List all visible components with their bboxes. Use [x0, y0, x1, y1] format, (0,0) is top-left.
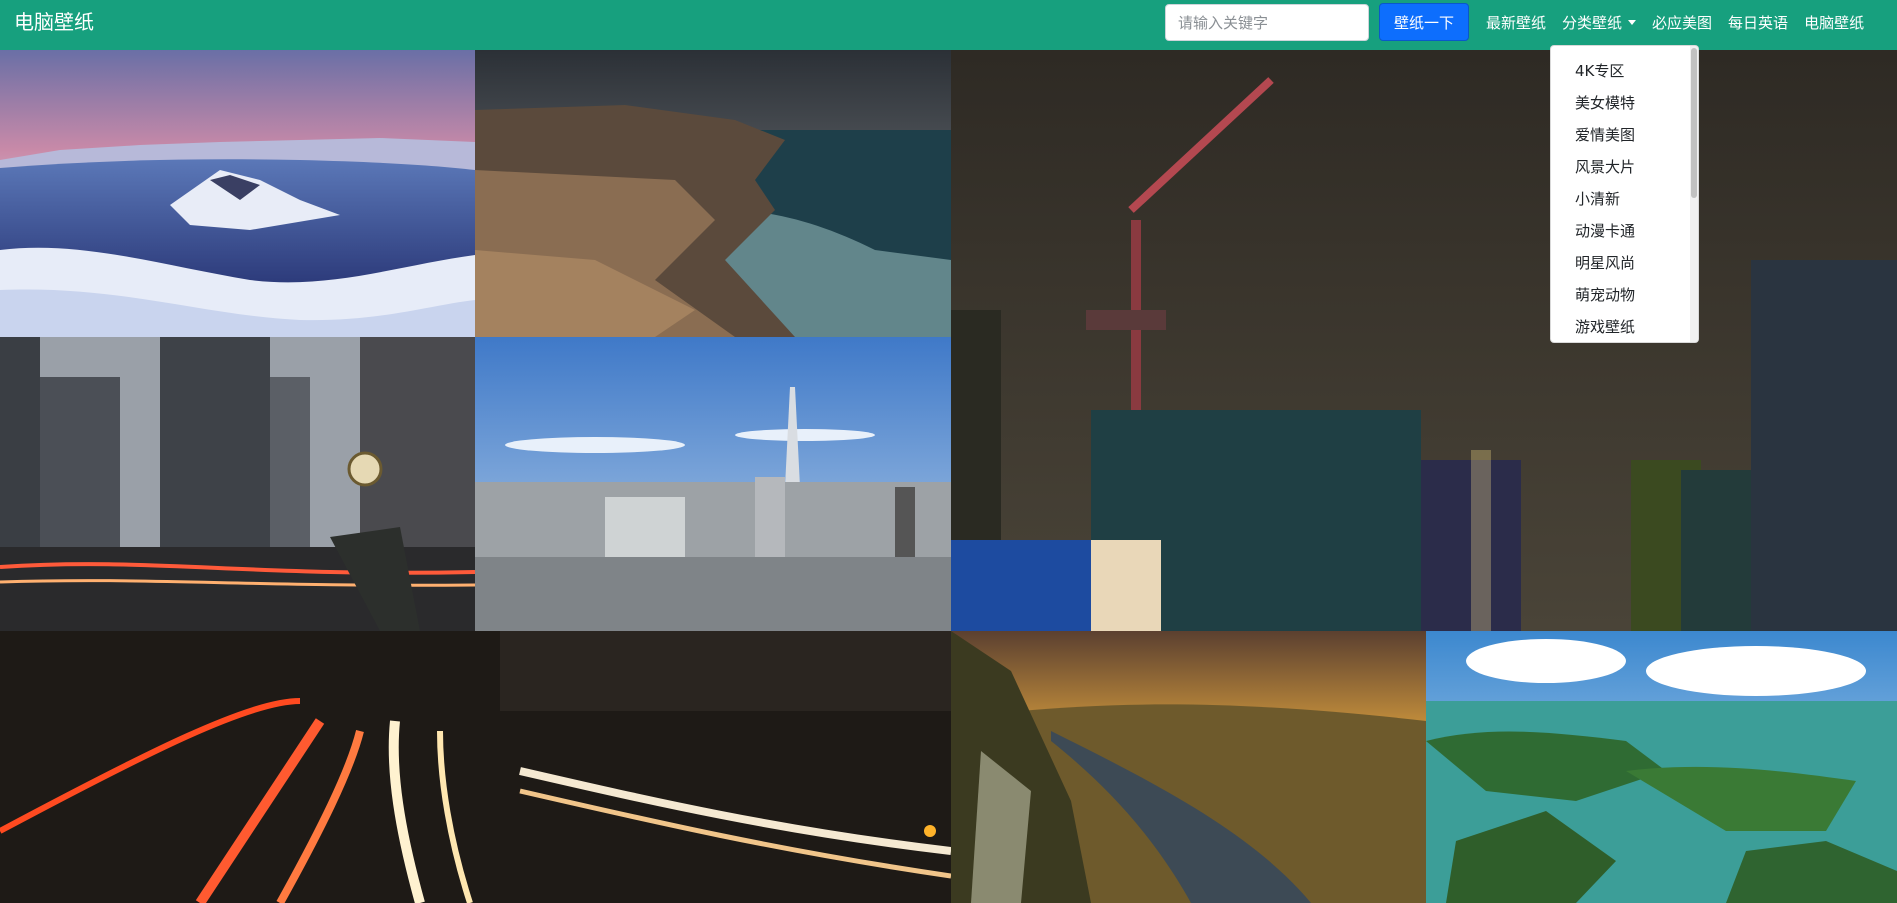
wallpaper-image — [475, 337, 951, 631]
wallpaper-tile-highway-light-trails[interactable] — [0, 631, 951, 903]
nav-daily-english[interactable]: 每日英语 — [1720, 12, 1796, 33]
search-input[interactable] — [1165, 4, 1369, 41]
wallpaper-tile-city-night-crane[interactable] — [951, 50, 1897, 631]
dropdown-item-scenery[interactable]: 风景大片 — [1551, 151, 1698, 183]
dropdown-item-anime[interactable]: 动漫卡通 — [1551, 215, 1698, 247]
wallpaper-image — [0, 50, 475, 337]
dropdown-item-pets[interactable]: 萌宠动物 — [1551, 279, 1698, 311]
nav-latest-wallpapers[interactable]: 最新壁纸 — [1478, 12, 1554, 33]
wallpaper-tile-tokyo-skytree[interactable] — [475, 337, 951, 631]
dropdown-item-fresh[interactable]: 小清新 — [1551, 183, 1698, 215]
dropdown-scroll-thumb[interactable] — [1691, 48, 1697, 198]
nav-bing-images[interactable]: 必应美图 — [1644, 12, 1720, 33]
wallpaper-tile-coastal-cliff[interactable] — [475, 50, 951, 337]
nav-links: 最新壁纸 分类壁纸 必应美图 每日英语 电脑壁纸 — [1478, 0, 1872, 44]
wallpaper-image — [0, 337, 475, 631]
caret-down-icon — [1628, 19, 1637, 25]
wallpaper-tile-flatiron-street[interactable] — [0, 337, 475, 631]
site-brand[interactable]: 电脑壁纸 — [14, 10, 94, 34]
dropdown-item-models[interactable]: 美女模特 — [1551, 87, 1698, 119]
category-dropdown-menu: 4K专区 美女模特 爱情美图 风景大片 小清新 动漫卡通 明星风尚 萌宠动物 游… — [1550, 45, 1699, 343]
dropdown-item-celebrity[interactable]: 明星风尚 — [1551, 247, 1698, 279]
dropdown-item-love[interactable]: 爱情美图 — [1551, 119, 1698, 151]
wallpaper-tile-river-valley[interactable] — [951, 631, 1426, 903]
wallpaper-image — [951, 50, 1897, 631]
dropdown-scrollbar[interactable] — [1690, 46, 1698, 342]
search-button[interactable]: 壁纸一下 — [1379, 3, 1469, 41]
wallpaper-image — [0, 631, 951, 903]
top-navbar: 电脑壁纸 壁纸一下 最新壁纸 分类壁纸 必应美图 每日英语 电脑壁纸 — [0, 0, 1897, 50]
wallpaper-tile-crater-lake[interactable] — [0, 50, 475, 337]
nav-category-wallpapers[interactable]: 分类壁纸 — [1554, 12, 1644, 33]
nav-pc-wallpapers[interactable]: 电脑壁纸 — [1796, 12, 1872, 33]
wallpaper-image — [1426, 631, 1897, 903]
wallpaper-image — [951, 631, 1426, 903]
dropdown-item-4k[interactable]: 4K专区 — [1551, 55, 1698, 87]
dropdown-item-games[interactable]: 游戏壁纸 — [1551, 311, 1698, 342]
wallpaper-tile-green-lake-islands[interactable] — [1426, 631, 1897, 903]
wallpaper-image — [475, 50, 951, 337]
